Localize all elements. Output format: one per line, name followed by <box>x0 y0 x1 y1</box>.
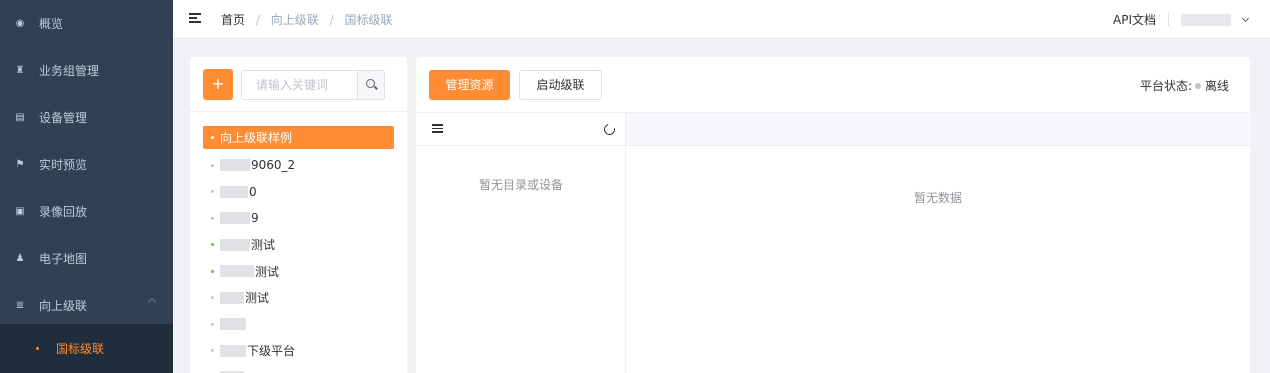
tree-node-label: 9 <box>251 211 259 226</box>
tree-node-label: 下级平台 <box>247 344 296 359</box>
detail-toolbar: 管理资源 启动级联 平台状态: 离线 <box>416 57 1250 112</box>
cascade-icon: ≣ <box>15 300 25 311</box>
search-input[interactable] <box>242 71 357 99</box>
cascade-list-panel: + 向上级联样例9060_209测试测试测试下级平台 <box>190 57 407 373</box>
platform-status-value: 离线 <box>1204 79 1229 93</box>
status-dot-icon <box>211 296 214 300</box>
resource-table: 暂无数据 <box>626 112 1250 373</box>
catalog-tree-pane: 暂无目录或设备 <box>416 112 626 373</box>
redacted-name <box>220 344 246 357</box>
menu-toggle-icon[interactable] <box>189 13 201 24</box>
status-dot-icon <box>211 136 214 139</box>
tree-node[interactable]: 9060_2 <box>203 152 394 179</box>
sidebar-item-label: 录像回放 <box>39 205 88 219</box>
sidebar-item-label: 设备管理 <box>39 111 88 125</box>
subitem-dot-icon <box>36 347 39 350</box>
start-cascade-button[interactable]: 启动级联 <box>519 70 602 100</box>
sidebar-item-6[interactable]: ≣ 向上级联 <box>0 282 173 329</box>
sidebar-item-label: 业务组管理 <box>39 64 100 78</box>
catalog-header <box>416 112 625 146</box>
sidebar-item-4[interactable]: ▣ 录像回放 <box>0 188 173 235</box>
platform-status-label: 平台状态: <box>1139 79 1192 93</box>
sidebar-item-label: 实时预览 <box>39 158 88 172</box>
chevron-down-icon[interactable] <box>1241 14 1250 22</box>
flag-icon: ⚑ <box>15 159 25 170</box>
tree-node[interactable] <box>203 364 394 373</box>
cascade-detail-panel: 管理资源 启动级联 平台状态: 离线 暂无目录或设备 暂无数据 <box>416 57 1250 373</box>
search-button[interactable] <box>357 71 384 99</box>
tree-node[interactable]: 下级平台 <box>203 338 394 365</box>
api-doc-link[interactable]: API文档 <box>1113 11 1156 28</box>
tree-node-label: 向上级联样例 <box>220 131 293 145</box>
table-header <box>626 112 1250 146</box>
status-dot-icon <box>211 163 214 167</box>
user-name-redacted[interactable] <box>1181 13 1231 26</box>
tree-node-label: 9060_2 <box>251 158 296 173</box>
table-empty-text: 暂无数据 <box>913 191 962 205</box>
status-dot-icon <box>211 349 214 353</box>
sidebar-item-label: 电子地图 <box>39 252 88 266</box>
sidebar-item-5[interactable]: ♟ 电子地图 <box>0 235 173 282</box>
sidebar: ◉ 概览 ♜ 业务组管理 ▤ 设备管理 ⚑ 实时预览 ▣ 录像回放 ♟ 电子地图 ≣ 向上级联 <box>0 0 173 373</box>
redacted-name <box>220 265 254 278</box>
status-dot-icon <box>211 322 214 326</box>
redacted-name <box>220 238 250 251</box>
indent-icon[interactable] <box>432 124 443 134</box>
redacted-name <box>220 159 250 172</box>
tree-node[interactable]: 9 <box>203 205 394 232</box>
status-dot-icon <box>1194 82 1201 89</box>
sidebar-item-label: 向上级联 <box>39 299 88 313</box>
sidebar-item-label: 概览 <box>39 17 64 31</box>
map-person-icon: ♟ <box>15 253 25 264</box>
breadcrumb-cascade: 向上级联 <box>270 13 319 27</box>
add-button[interactable]: + <box>203 69 233 100</box>
breadcrumb-home[interactable]: 首页 <box>221 13 245 27</box>
list-toolbar: + <box>190 57 407 112</box>
tree-node[interactable]: 0 <box>203 179 394 206</box>
device-icon: ▤ <box>15 112 25 123</box>
sidebar-subitem-label: 国标级联 <box>56 342 105 356</box>
dashboard-icon: ◉ <box>15 18 25 29</box>
catalog-empty-text: 暂无目录或设备 <box>478 178 563 192</box>
search-box <box>241 70 385 100</box>
top-header: 首页 / 向上级联 / 国标级联 API文档 <box>173 0 1270 39</box>
tree-node-label: 测试 <box>245 291 270 306</box>
redacted-name <box>220 291 244 304</box>
sidebar-item-1[interactable]: ♜ 业务组管理 <box>0 47 173 94</box>
status-dot-icon <box>211 190 214 194</box>
status-dot-icon <box>211 243 214 247</box>
redacted-name <box>220 185 248 198</box>
breadcrumb: 首页 / 向上级联 / 国标级联 <box>221 11 392 28</box>
tree-node[interactable]: 测试 <box>203 285 394 312</box>
org-icon: ♜ <box>15 65 25 76</box>
platform-tree: 向上级联样例 9060_2 0 9 测试 测试 测试 下级平台 <box>203 126 394 373</box>
chevron-up-icon <box>147 297 157 307</box>
status-dot-icon <box>211 216 214 220</box>
tree-node-label: 测试 <box>255 264 280 279</box>
redacted-name <box>220 212 250 225</box>
breadcrumb-separator: / <box>255 13 260 27</box>
tree-node[interactable]: 向上级联样例 <box>203 126 394 149</box>
header-right: API文档 <box>1113 11 1250 28</box>
sidebar-subitem-gb-cascade[interactable]: 国标级联 <box>0 324 173 373</box>
tree-node-label: 测试 <box>251 238 276 253</box>
sidebar-item-2[interactable]: ▤ 设备管理 <box>0 94 173 141</box>
platform-status: 平台状态: 离线 <box>1140 77 1229 94</box>
breadcrumb-gb-cascade: 国标级联 <box>344 13 393 27</box>
sidebar-item-0[interactable]: ◉ 概览 <box>0 0 173 47</box>
sidebar-item-3[interactable]: ⚑ 实时预览 <box>0 141 173 188</box>
status-dot-icon <box>211 269 214 273</box>
manage-resources-button[interactable]: 管理资源 <box>429 70 510 100</box>
tree-node[interactable]: 测试 <box>203 258 394 285</box>
tree-node[interactable]: 测试 <box>203 232 394 259</box>
video-icon: ▣ <box>15 206 25 217</box>
tree-node-label: 0 <box>249 184 257 199</box>
redacted-name <box>220 318 246 331</box>
tree-node[interactable] <box>203 311 394 338</box>
breadcrumb-separator: / <box>329 13 334 27</box>
refresh-icon[interactable] <box>601 121 618 138</box>
header-divider <box>1168 13 1169 26</box>
